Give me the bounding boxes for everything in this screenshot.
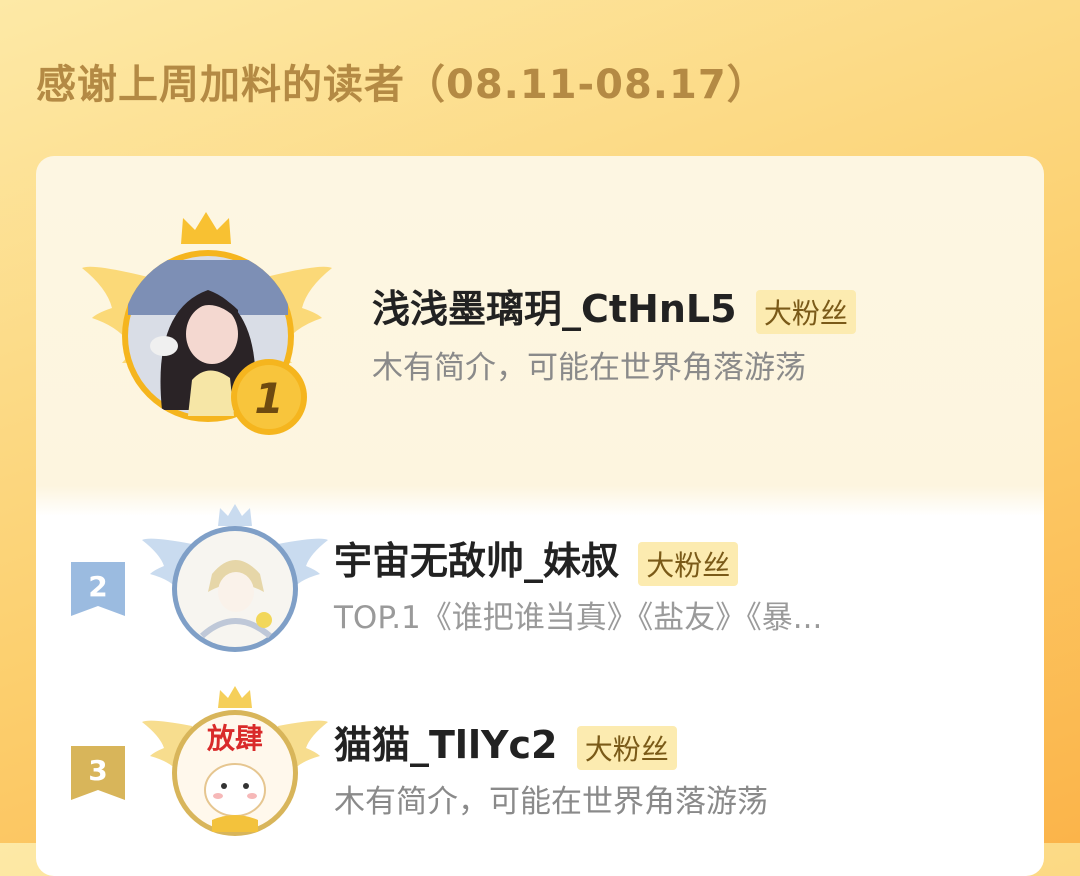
crown-icon — [181, 212, 231, 244]
reader-name[interactable]: 猫猫_TllYc2 大粉丝 — [334, 714, 677, 770]
svg-text:2: 2 — [88, 570, 107, 603]
reader-bio: TOP.1《谁把谁当真》《盐友》《暴... — [334, 600, 823, 636]
fan-badge: 大粉丝 — [576, 725, 677, 770]
reader-list-card: 1 浅浅墨璃玥_CtHnL5 大粉丝 木有简介，可能在世界角落游荡 2 宇宙无敌… — [36, 156, 1044, 876]
reader-row-1[interactable]: 1 浅浅墨璃玥_CtHnL5 大粉丝 木有简介，可能在世界角落游荡 — [36, 156, 1044, 496]
avatar-photo: 放肆 — [177, 715, 293, 832]
rank-flag-icon: 3 — [71, 746, 125, 800]
reader-name-text: 猫猫_TllYc2 — [334, 723, 558, 767]
reader-row-3[interactable]: 3 放肆 猫猫_TllYc2 大粉丝 木有简介，可能在世界角落游荡 — [36, 676, 1044, 876]
reader-bio: 木有简介，可能在世界角落游荡 — [334, 784, 768, 820]
reader-name-text: 宇宙无敌帅_妹叔 — [334, 539, 620, 583]
reader-bio: 木有简介，可能在世界角落游荡 — [372, 350, 806, 386]
rank-flag-icon: 2 — [71, 562, 125, 616]
svg-text:1: 1 — [254, 374, 283, 423]
reader-name-text: 浅浅墨璃玥_CtHnL5 — [372, 287, 737, 331]
svg-text:3: 3 — [88, 754, 107, 787]
page-title: 感谢上周加料的读者（08.11-08.17） — [36, 62, 768, 108]
fan-badge: 大粉丝 — [638, 541, 739, 586]
reader-name[interactable]: 宇宙无敌帅_妹叔 大粉丝 — [334, 530, 739, 586]
reader-name[interactable]: 浅浅墨璃玥_CtHnL5 大粉丝 — [372, 278, 856, 334]
rank-medal-icon: 1 — [231, 359, 307, 435]
avatar[interactable] — [172, 526, 298, 652]
reader-row-2[interactable]: 2 宇宙无敌帅_妹叔 大粉丝 TOP.1《谁把谁当真》《盐友》《暴... — [36, 496, 1044, 676]
avatar-photo — [177, 531, 293, 647]
svg-text:放肆: 放肆 — [206, 722, 263, 755]
fan-badge: 大粉丝 — [755, 289, 856, 334]
avatar[interactable]: 放肆 — [172, 710, 298, 836]
